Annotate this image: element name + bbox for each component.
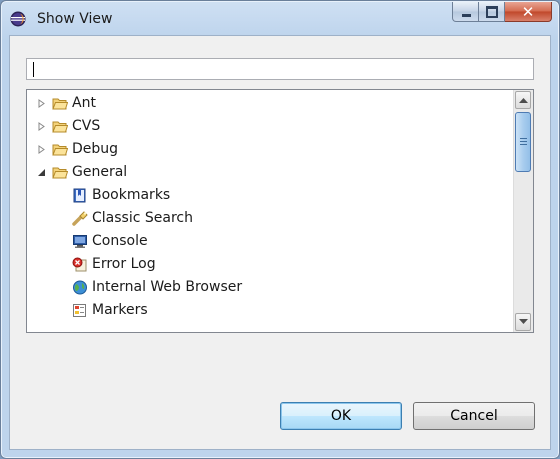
tree-item-label: Ant — [72, 95, 96, 111]
tree-item-label: Error Log — [92, 256, 156, 272]
tree-item-label: Classic Search — [92, 210, 193, 226]
tree-item-label: General — [72, 164, 128, 180]
tree-item-label: Internal Web Browser — [92, 279, 243, 295]
tree-item-error-log[interactable]: Error Log — [27, 253, 515, 276]
minimize-button[interactable] — [452, 2, 479, 22]
arrow-up-icon — [519, 98, 528, 103]
collapse-arrow-icon[interactable] — [37, 168, 46, 177]
ok-button[interactable]: OK — [280, 402, 402, 430]
markers-icon — [73, 304, 86, 317]
tree-item-label: CVS — [72, 118, 101, 134]
vertical-scrollbar[interactable] — [513, 90, 533, 332]
folder-icon — [52, 121, 68, 133]
show-view-dialog: Show View ✕ Ant CVS Debug General Bookma… — [0, 0, 560, 459]
tree-item-label: Bookmarks — [92, 187, 171, 203]
tree-item-cvs[interactable]: CVS — [27, 115, 515, 138]
bookmarks-icon — [73, 188, 86, 203]
scroll-up-button[interactable] — [515, 91, 531, 109]
search-flashlight-icon — [72, 211, 88, 226]
grip-line — [520, 141, 527, 142]
maximize-button[interactable] — [479, 2, 505, 22]
title-bar[interactable]: Show View ✕ — [1, 1, 559, 35]
views-tree[interactable]: Ant CVS Debug General Bookmarks Classic … — [26, 89, 534, 333]
grip-line — [520, 144, 527, 145]
folder-icon — [52, 144, 68, 156]
folder-icon — [52, 98, 68, 110]
folder-icon — [52, 167, 68, 179]
close-button[interactable]: ✕ — [505, 2, 552, 22]
filter-input[interactable] — [26, 58, 534, 80]
expand-arrow-icon[interactable] — [37, 99, 46, 108]
tree-item-label: Console — [92, 233, 148, 249]
scroll-thumb[interactable] — [515, 112, 531, 172]
eclipse-icon — [10, 11, 26, 27]
tree-item-ant[interactable]: Ant — [27, 92, 515, 115]
close-icon: ✕ — [521, 3, 535, 21]
caption-buttons: ✕ — [452, 2, 552, 24]
tree-item-internal-web-browser[interactable]: Internal Web Browser — [27, 276, 515, 299]
tree-item-markers[interactable]: Markers — [27, 299, 515, 322]
grip-line — [520, 138, 527, 139]
tree-item-console[interactable]: Console — [27, 230, 515, 253]
dialog-content: Ant CVS Debug General Bookmarks Classic … — [9, 35, 551, 450]
error-log-icon — [72, 257, 87, 272]
tree-item-classic-search[interactable]: Classic Search — [27, 207, 515, 230]
tree-item-bookmarks[interactable]: Bookmarks — [27, 184, 515, 207]
tree-item-label: Debug — [72, 141, 119, 157]
expand-arrow-icon[interactable] — [37, 122, 46, 131]
tree-item-debug[interactable]: Debug — [27, 138, 515, 161]
tree-item-label: Markers — [92, 302, 148, 318]
cancel-button[interactable]: Cancel — [413, 402, 535, 430]
console-icon — [73, 235, 87, 248]
globe-icon — [73, 280, 87, 295]
scroll-down-button[interactable] — [515, 313, 531, 331]
window-title: Show View — [37, 11, 113, 27]
arrow-down-icon — [519, 319, 528, 324]
expand-arrow-icon[interactable] — [37, 145, 46, 154]
tree-item-general[interactable]: General — [27, 161, 515, 184]
text-caret — [33, 62, 34, 77]
